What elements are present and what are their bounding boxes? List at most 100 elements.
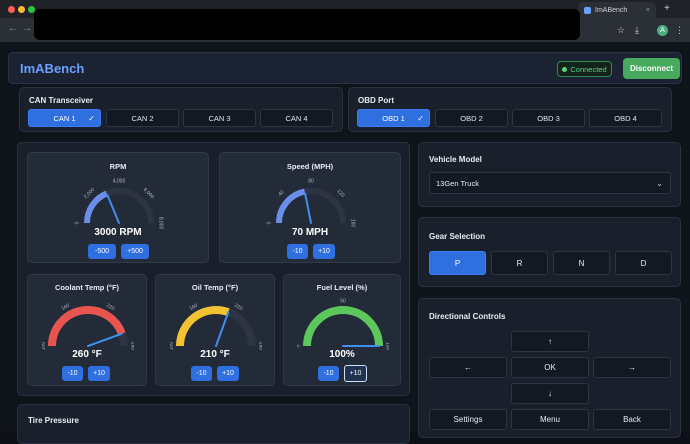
more-menu-icon[interactable]: ⋮	[675, 25, 684, 36]
coolant-gauge: 100160 220280	[42, 303, 134, 351]
gear-selection-panel: Gear Selection P R N D	[418, 217, 681, 287]
download-icon[interactable]: ⤓	[635, 25, 639, 36]
coolant-value: 260 °F	[72, 349, 102, 360]
chevron-down-icon: ⌄	[656, 178, 663, 188]
can-3-button[interactable]: CAN 3	[183, 109, 256, 127]
rpm-tick-label: 2,000	[83, 187, 96, 200]
settings-button[interactable]: Settings	[429, 409, 507, 430]
can-4-button[interactable]: CAN 4	[260, 109, 333, 127]
address-bar[interactable]	[34, 9, 580, 40]
check-icon: ✓	[88, 113, 95, 123]
menu-button[interactable]: Menu	[511, 409, 589, 430]
speed-needle	[304, 192, 312, 224]
can-2-button[interactable]: CAN 2	[106, 109, 179, 127]
back-arrow-icon[interactable]: ←	[8, 23, 18, 34]
coolant-decrease-button[interactable]: -10	[62, 366, 83, 381]
app-brand: ImABench	[20, 61, 85, 76]
bookmark-star-icon[interactable]: ☆	[617, 25, 625, 36]
gear-d-button[interactable]: D	[615, 251, 672, 275]
status-dot-icon	[562, 66, 568, 72]
rpm-gauge: 02,0004,0006,0008,000	[74, 178, 163, 229]
rpm-gauge-fill	[84, 190, 109, 224]
speed-tick-label: 40	[277, 189, 285, 197]
obd-1-button[interactable]: OBD 1 ✓	[357, 109, 430, 127]
obd-2-button[interactable]: OBD 2	[435, 109, 508, 127]
vehicle-model-select[interactable]: 13Gen Truck ⌄	[429, 172, 671, 194]
obd-3-button[interactable]: OBD 3	[512, 109, 585, 127]
oil-needle	[215, 311, 230, 347]
oil-value: 210 °F	[200, 349, 230, 360]
arrow-left-icon: ←	[464, 363, 472, 372]
coolant-title: Coolant Temp (°F)	[54, 283, 120, 292]
can-1-button[interactable]: CAN 1 ✓	[28, 109, 101, 127]
speed-tick-label: 80	[308, 178, 314, 184]
can-1-label: CAN 1	[53, 113, 76, 123]
coolant-needle	[87, 332, 123, 347]
fuel-decrease-button[interactable]: -10	[318, 366, 339, 381]
fuel-increase-button[interactable]: +10	[344, 365, 367, 382]
obd-panel-title: OBD Port	[358, 96, 394, 105]
gear-p-button[interactable]: P	[429, 251, 486, 275]
up-button[interactable]: ↑	[511, 331, 589, 352]
obd-1-label: OBD 1	[382, 113, 405, 123]
speed-increase-button[interactable]: +10	[313, 244, 335, 259]
tire-pressure-panel: Tire Pressure	[17, 404, 410, 444]
tab-favicon-icon	[584, 6, 591, 14]
fuel-gauge-card: Fuel Level (%) 050100 100% -10 +10	[283, 274, 401, 386]
vehicle-model-value: 13Gen Truck	[436, 178, 479, 188]
tab-close-icon[interactable]: ×	[646, 7, 650, 14]
speed-decrease-button[interactable]: -10	[287, 244, 308, 259]
fuel-gauge-fill	[303, 306, 383, 347]
check-icon: ✓	[417, 113, 424, 123]
new-tab-icon[interactable]: +	[664, 3, 670, 14]
back-button[interactable]: Back	[593, 409, 671, 430]
fuel-tick-label: 50	[340, 298, 346, 304]
speed-value: 70 MPH	[291, 227, 329, 238]
fuel-tick-label: 0	[297, 344, 301, 347]
coolant-increase-button[interactable]: +10	[88, 366, 110, 381]
can-panel-title: CAN Transceiver	[29, 96, 94, 105]
fuel-value: 100%	[329, 349, 355, 360]
rpm-tick-label: 4,000	[113, 178, 126, 184]
coolant-gauge-fill	[48, 306, 126, 347]
speed-tick-label: 0	[266, 221, 272, 224]
oil-increase-button[interactable]: +10	[217, 366, 239, 381]
rpm-gauge-track	[84, 188, 154, 224]
arrow-down-icon: ↓	[548, 389, 552, 398]
obd-port-panel: OBD Port OBD 1 ✓ OBD 2 OBD 3 OBD 4	[348, 87, 672, 132]
disconnect-button[interactable]: Disconnect	[623, 58, 680, 79]
browser-tab[interactable]: ImABench ×	[578, 2, 656, 18]
app-header: ImABench Connected Disconnect	[8, 52, 682, 84]
minimize-window-dot[interactable]	[18, 6, 25, 13]
oil-title: Oil Temp (°F)	[191, 283, 239, 292]
rpm-decrease-button[interactable]: -500	[88, 244, 116, 259]
oil-gauge-card: Oil Temp (°F) 100 160 220 280 210 °F -10 +1…	[155, 274, 275, 386]
rpm-needle	[106, 194, 120, 224]
directional-controls-panel: Directional Controls ↑ ← OK → ↓ Settings…	[418, 298, 681, 438]
forward-arrow-icon[interactable]: →	[22, 23, 32, 34]
rpm-value: 3000 RPM	[94, 227, 142, 238]
gauges-panel: RPM 0 2,000 4,000 6,000 8,000 3000 RPM -500 …	[17, 142, 410, 396]
left-button[interactable]: ←	[429, 357, 507, 378]
fuel-title: Fuel Level (%)	[316, 283, 368, 292]
speed-gauge: 04080120160	[266, 178, 355, 227]
obd-4-button[interactable]: OBD 4	[589, 109, 662, 127]
gear-r-button[interactable]: R	[491, 251, 548, 275]
profile-avatar-icon[interactable]: A	[657, 25, 668, 36]
down-button[interactable]: ↓	[511, 383, 589, 404]
fuel-gauge: 050100	[297, 298, 389, 350]
ok-button[interactable]: OK	[511, 357, 589, 378]
speed-title: Speed (MPH)	[286, 162, 334, 171]
oil-decrease-button[interactable]: -10	[191, 366, 212, 381]
close-window-dot[interactable]	[8, 6, 15, 13]
right-button[interactable]: →	[593, 357, 671, 378]
gear-n-button[interactable]: N	[553, 251, 610, 275]
speed-tick-label: 120	[335, 188, 345, 198]
arrow-right-icon: →	[628, 363, 636, 372]
connection-status-badge: Connected	[557, 61, 612, 77]
rpm-title: RPM	[109, 162, 127, 171]
directional-controls-title: Directional Controls	[429, 312, 506, 321]
rpm-gauge-card: RPM 0 2,000 4,000 6,000 8,000 3000 RPM -500 …	[27, 152, 209, 263]
vehicle-model-panel: Vehicle Model 13Gen Truck ⌄	[418, 142, 681, 207]
rpm-increase-button[interactable]: +500	[121, 244, 149, 259]
